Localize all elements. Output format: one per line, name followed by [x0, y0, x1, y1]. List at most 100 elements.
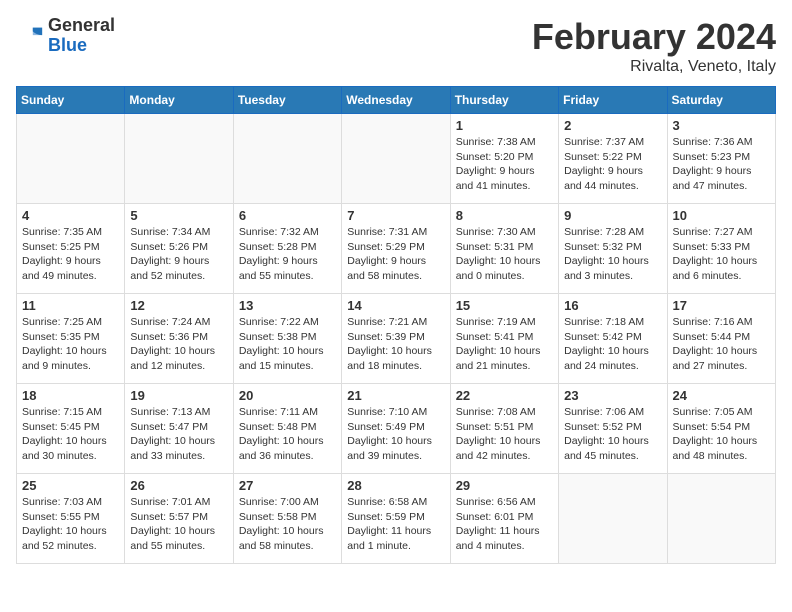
calendar-week-1: 1Sunrise: 7:38 AMSunset: 5:20 PMDaylight… [17, 114, 776, 204]
day-number: 16 [564, 298, 661, 313]
header-thursday: Thursday [450, 87, 558, 114]
logo-general: General [48, 16, 115, 36]
day-number: 11 [22, 298, 119, 313]
day-info: Sunrise: 7:15 AMSunset: 5:45 PMDaylight:… [22, 405, 119, 464]
day-number: 4 [22, 208, 119, 223]
calendar-cell [17, 114, 125, 204]
calendar-cell: 26 Sunrise: 7:01 AMSunset: 5:57 PMDayligh… [125, 474, 233, 564]
page-header: General Blue February 2024 Rivalta, Vene… [16, 16, 776, 76]
calendar-cell: 20Sunrise: 7:11 AMSunset: 5:48 PMDayligh… [233, 384, 341, 474]
day-number: 15 [456, 298, 553, 313]
day-info: Sunrise: 7:13 AMSunset: 5:47 PMDaylight:… [130, 405, 227, 464]
header-wednesday: Wednesday [342, 87, 450, 114]
day-info: Sunrise: 7:21 AMSunset: 5:39 PMDaylight:… [347, 315, 444, 374]
day-info: Sunrise: 6:58 AMSunset: 5:59 PMDaylight:… [347, 495, 444, 554]
calendar-cell: 29 Sunrise: 6:56 AMSunset: 6:01 PMDayligh… [450, 474, 558, 564]
day-number: 9 [564, 208, 661, 223]
calendar-week-5: 25 Sunrise: 7:03 AMSunset: 5:55 PMDayligh… [17, 474, 776, 564]
day-info: Sunrise: 7:27 AMSunset: 5:33 PMDaylight:… [673, 225, 770, 284]
calendar-cell: 2 Sunrise: 7:37 AMSunset: 5:22 PMDaylight… [559, 114, 667, 204]
day-number: 23 [564, 388, 661, 403]
day-info: Sunrise: 7:16 AMSunset: 5:44 PMDaylight:… [673, 315, 770, 374]
header-tuesday: Tuesday [233, 87, 341, 114]
day-number: 10 [673, 208, 770, 223]
calendar-cell: 7Sunrise: 7:31 AMSunset: 5:29 PMDaylight… [342, 204, 450, 294]
day-info: Sunrise: 7:30 AMSunset: 5:31 PMDaylight:… [456, 225, 553, 284]
logo-icon [16, 22, 44, 50]
calendar-cell: 4Sunrise: 7:35 AMSunset: 5:25 PMDaylight… [17, 204, 125, 294]
day-header-row: Sunday Monday Tuesday Wednesday Thursday… [17, 87, 776, 114]
header-friday: Friday [559, 87, 667, 114]
calendar-cell: 6Sunrise: 7:32 AMSunset: 5:28 PMDaylight… [233, 204, 341, 294]
day-info: Sunrise: 7:08 AMSunset: 5:51 PMDaylight:… [456, 405, 553, 464]
day-info: Sunrise: 7:24 AMSunset: 5:36 PMDaylight:… [130, 315, 227, 374]
day-number: 6 [239, 208, 336, 223]
day-info: Sunrise: 7:18 AMSunset: 5:42 PMDaylight:… [564, 315, 661, 374]
day-info: Sunrise: 7:00 AMSunset: 5:58 PMDaylight:… [239, 495, 336, 554]
calendar-cell: 8Sunrise: 7:30 AMSunset: 5:31 PMDaylight… [450, 204, 558, 294]
calendar-cell: 25 Sunrise: 7:03 AMSunset: 5:55 PMDayligh… [17, 474, 125, 564]
calendar-week-2: 4Sunrise: 7:35 AMSunset: 5:25 PMDaylight… [17, 204, 776, 294]
calendar-cell [233, 114, 341, 204]
calendar-table: Sunday Monday Tuesday Wednesday Thursday… [16, 86, 776, 564]
calendar-cell: 1Sunrise: 7:38 AMSunset: 5:20 PMDaylight… [450, 114, 558, 204]
day-number: 24 [673, 388, 770, 403]
day-info: Sunrise: 7:01 AMSunset: 5:57 PMDaylight:… [130, 495, 227, 554]
calendar-cell: 19 Sunrise: 7:13 AMSunset: 5:47 PMDayligh… [125, 384, 233, 474]
day-info: Sunrise: 7:34 AMSunset: 5:26 PMDaylight:… [130, 225, 227, 284]
calendar-cell: 11 Sunrise: 7:25 AMSunset: 5:35 PMDayligh… [17, 294, 125, 384]
day-number: 12 [130, 298, 227, 313]
calendar-cell: 15 Sunrise: 7:19 AMSunset: 5:41 PMDayligh… [450, 294, 558, 384]
day-number: 18 [22, 388, 119, 403]
header-monday: Monday [125, 87, 233, 114]
day-number: 21 [347, 388, 444, 403]
header-sunday: Sunday [17, 87, 125, 114]
location: Rivalta, Veneto, Italy [532, 58, 776, 76]
day-number: 17 [673, 298, 770, 313]
calendar-cell: 23Sunrise: 7:06 AMSunset: 5:52 PMDayligh… [559, 384, 667, 474]
calendar-cell [342, 114, 450, 204]
calendar-header: Sunday Monday Tuesday Wednesday Thursday… [17, 87, 776, 114]
calendar-cell: 5Sunrise: 7:34 AMSunset: 5:26 PMDaylight… [125, 204, 233, 294]
month-title: February 2024 [532, 16, 776, 58]
logo-blue: Blue [48, 36, 115, 56]
day-number: 13 [239, 298, 336, 313]
day-info: Sunrise: 7:36 AMSunset: 5:23 PMDaylight:… [673, 135, 770, 194]
day-info: Sunrise: 7:10 AMSunset: 5:49 PMDaylight:… [347, 405, 444, 464]
day-number: 22 [456, 388, 553, 403]
calendar-cell: 22 Sunrise: 7:08 AMSunset: 5:51 PMDayligh… [450, 384, 558, 474]
day-info: Sunrise: 7:19 AMSunset: 5:41 PMDaylight:… [456, 315, 553, 374]
calendar-cell [559, 474, 667, 564]
calendar-cell [125, 114, 233, 204]
day-info: Sunrise: 7:03 AMSunset: 5:55 PMDaylight:… [22, 495, 119, 554]
calendar-cell: 3 Sunrise: 7:36 AMSunset: 5:23 PMDaylight… [667, 114, 775, 204]
day-number: 2 [564, 118, 661, 133]
day-number: 29 [456, 478, 553, 493]
day-info: Sunrise: 7:37 AMSunset: 5:22 PMDaylight:… [564, 135, 661, 194]
day-number: 26 [130, 478, 227, 493]
day-number: 3 [673, 118, 770, 133]
day-info: Sunrise: 6:56 AMSunset: 6:01 PMDaylight:… [456, 495, 553, 554]
header-saturday: Saturday [667, 87, 775, 114]
calendar-cell: 16 Sunrise: 7:18 AMSunset: 5:42 PMDayligh… [559, 294, 667, 384]
logo: General Blue [16, 16, 115, 56]
calendar-cell: 9Sunrise: 7:28 AMSunset: 5:32 PMDaylight… [559, 204, 667, 294]
logo-text: General Blue [48, 16, 115, 56]
day-number: 7 [347, 208, 444, 223]
day-info: Sunrise: 7:38 AMSunset: 5:20 PMDaylight:… [456, 135, 553, 194]
calendar-cell: 13 Sunrise: 7:22 AMSunset: 5:38 PMDayligh… [233, 294, 341, 384]
calendar-week-3: 11 Sunrise: 7:25 AMSunset: 5:35 PMDayligh… [17, 294, 776, 384]
day-info: Sunrise: 7:25 AMSunset: 5:35 PMDaylight:… [22, 315, 119, 374]
calendar-cell: 12 Sunrise: 7:24 AMSunset: 5:36 PMDayligh… [125, 294, 233, 384]
calendar-week-4: 18 Sunrise: 7:15 AMSunset: 5:45 PMDayligh… [17, 384, 776, 474]
calendar-cell: 24 Sunrise: 7:05 AMSunset: 5:54 PMDayligh… [667, 384, 775, 474]
calendar-cell: 17 Sunrise: 7:16 AMSunset: 5:44 PMDayligh… [667, 294, 775, 384]
day-number: 25 [22, 478, 119, 493]
day-number: 19 [130, 388, 227, 403]
calendar-cell: 27Sunrise: 7:00 AMSunset: 5:58 PMDayligh… [233, 474, 341, 564]
title-block: February 2024 Rivalta, Veneto, Italy [532, 16, 776, 76]
day-number: 28 [347, 478, 444, 493]
day-info: Sunrise: 7:22 AMSunset: 5:38 PMDaylight:… [239, 315, 336, 374]
day-number: 14 [347, 298, 444, 313]
day-info: Sunrise: 7:05 AMSunset: 5:54 PMDaylight:… [673, 405, 770, 464]
